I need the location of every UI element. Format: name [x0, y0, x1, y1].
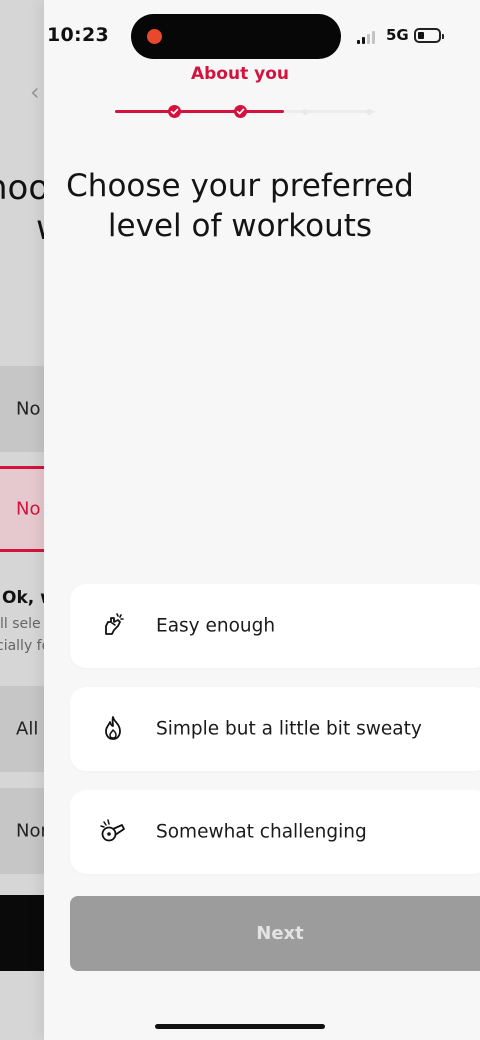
page-title: Choose your preferred level of workouts: [40, 166, 440, 246]
network-type: 5G: [386, 26, 409, 44]
progress-fill: [115, 110, 284, 113]
option-label: Easy enough: [156, 615, 276, 637]
dynamic-island: [131, 14, 341, 59]
step-complete-check-icon: [168, 105, 181, 118]
page-title-line: level of workouts: [107, 208, 373, 244]
battery-icon: [414, 28, 444, 43]
step-pending-dot: [302, 109, 308, 115]
option-label: Simple but a little bit sweaty: [156, 718, 422, 740]
step-complete-check-icon: [234, 105, 247, 118]
page-title-line: Choose your preferred: [66, 168, 414, 204]
next-button[interactable]: Next: [70, 896, 480, 971]
status-time: 10:23: [47, 24, 109, 46]
option-label: Somewhat challenging: [156, 821, 367, 843]
previous-info-text: ll sele: [0, 616, 41, 632]
section-label: About you: [190, 64, 289, 84]
step-pending-dot: [366, 109, 372, 115]
previous-option-label: No: [16, 398, 41, 420]
whistle-icon: [100, 819, 125, 842]
progress-bar: [115, 104, 375, 120]
option-somewhat-challenging[interactable]: Somewhat challenging: [70, 790, 480, 874]
option-easy-enough[interactable]: Easy enough: [70, 584, 480, 668]
flame-icon: [105, 716, 121, 740]
previous-option-label: No: [16, 498, 41, 520]
rock-hand-icon: [105, 613, 124, 635]
previous-option-label: All: [16, 718, 39, 740]
home-indicator: [155, 1024, 325, 1029]
cellular-signal-icon: [357, 30, 377, 44]
recording-indicator-icon: [147, 29, 162, 44]
onboarding-sheet: About you Choose your preferred level of…: [44, 0, 480, 1040]
option-simple-sweaty[interactable]: Simple but a little bit sweaty: [70, 687, 480, 771]
status-bar: 10:23 5G: [0, 0, 480, 64]
previous-info-text: cially fo: [0, 638, 51, 654]
